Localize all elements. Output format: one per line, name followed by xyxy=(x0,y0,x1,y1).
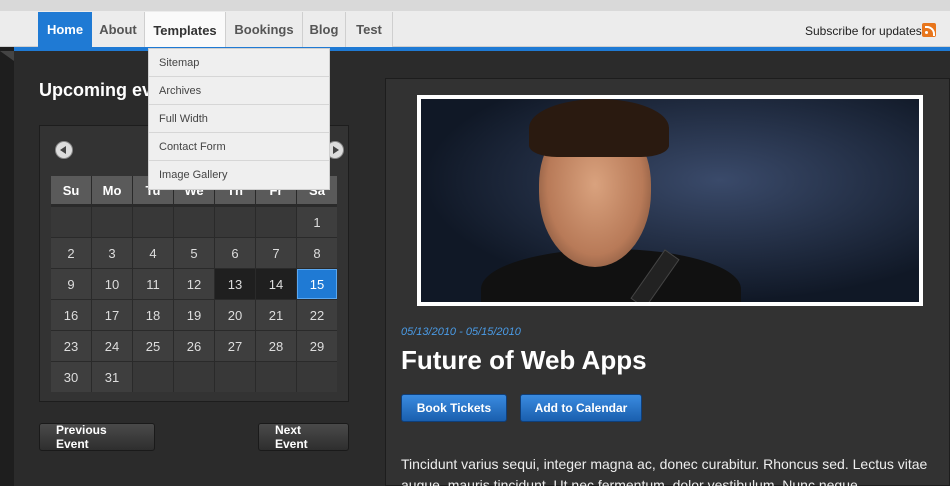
calendar-day[interactable]: 23 xyxy=(51,331,91,361)
calendar-day[interactable]: 28 xyxy=(256,331,296,361)
page-edge-fold xyxy=(0,47,14,486)
event-date-range: 05/13/2010 - 05/15/2010 xyxy=(401,326,521,338)
speaker-photo xyxy=(421,99,919,302)
add-to-calendar-button[interactable]: Add to Calendar xyxy=(520,394,642,422)
dropdown-item-sitemap[interactable]: Sitemap xyxy=(149,49,329,77)
nav-accent-bar xyxy=(0,47,950,51)
calendar-empty-cell xyxy=(133,207,173,237)
calendar-day[interactable]: 22 xyxy=(297,300,337,330)
calendar-day[interactable]: 26 xyxy=(174,331,214,361)
event-title: Future of Web Apps xyxy=(401,345,647,375)
calendar-weekday: Su xyxy=(51,176,91,204)
calendar-day[interactable]: 11 xyxy=(133,269,173,299)
calendar-empty-cell xyxy=(92,207,132,237)
dropdown-item-full-width[interactable]: Full Width xyxy=(149,105,329,133)
calendar-empty-cell xyxy=(256,362,296,392)
calendar-empty-cell xyxy=(256,207,296,237)
nav-item-test[interactable]: Test xyxy=(346,12,393,47)
calendar-day[interactable]: 3 xyxy=(92,238,132,268)
calendar-empty-cell xyxy=(133,362,173,392)
event-description: Tincidunt varius sequi, integer magna ac… xyxy=(401,456,928,486)
calendar-day[interactable]: 25 xyxy=(133,331,173,361)
nav-item-bookings[interactable]: Bookings xyxy=(226,12,303,47)
nav-item-blog[interactable]: Blog xyxy=(303,12,346,47)
nav-item-templates[interactable]: Templates xyxy=(145,12,226,48)
calendar-weekday: Mo xyxy=(92,176,132,204)
calendar-day[interactable]: 15 xyxy=(297,269,337,299)
calendar-day[interactable]: 5 xyxy=(174,238,214,268)
calendar-empty-cell xyxy=(215,362,255,392)
calendar-empty-cell xyxy=(174,207,214,237)
calendar-day[interactable]: 24 xyxy=(92,331,132,361)
rss-icon[interactable] xyxy=(922,23,936,37)
calendar-empty-cell xyxy=(215,207,255,237)
calendar-empty-cell xyxy=(174,362,214,392)
calendar-day[interactable]: 19 xyxy=(174,300,214,330)
calendar-day[interactable]: 31 xyxy=(92,362,132,392)
calendar-day[interactable]: 1 xyxy=(297,207,337,237)
calendar-day[interactable]: 10 xyxy=(92,269,132,299)
templates-dropdown: Sitemap Archives Full Width Contact Form… xyxy=(148,48,330,190)
top-strip xyxy=(0,0,950,11)
calendar-day[interactable]: 21 xyxy=(256,300,296,330)
calendar-day[interactable]: 12 xyxy=(174,269,214,299)
calendar-empty-cell xyxy=(51,207,91,237)
nav-item-about[interactable]: About xyxy=(92,12,145,47)
calendar-day[interactable]: 17 xyxy=(92,300,132,330)
next-event-button[interactable]: Next Event xyxy=(258,423,349,451)
calendar-day[interactable]: 27 xyxy=(215,331,255,361)
calendar-day[interactable]: 30 xyxy=(51,362,91,392)
calendar-day[interactable]: 6 xyxy=(215,238,255,268)
calendar-grid: Su Mo Tu We Th Fr Sa 1 2 3 4 5 6 7 8 9 10 11 12 13 14 15 16 17 1… xyxy=(51,176,337,392)
calendar-day[interactable]: 7 xyxy=(256,238,296,268)
upcoming-events-heading: Upcoming ev xyxy=(39,80,153,100)
calendar-prev-month-icon[interactable] xyxy=(55,141,73,159)
event-photo xyxy=(417,95,923,306)
calendar-day[interactable]: 16 xyxy=(51,300,91,330)
calendar-day[interactable]: 4 xyxy=(133,238,173,268)
main-nav: Home About Templates Bookings Blog Test xyxy=(38,12,393,48)
subscribe-link[interactable]: Subscribe for updates xyxy=(805,24,922,38)
book-tickets-button[interactable]: Book Tickets xyxy=(401,394,507,422)
calendar-empty-cell xyxy=(297,362,337,392)
previous-event-button[interactable]: Previous Event xyxy=(39,423,155,451)
calendar-day[interactable]: 20 xyxy=(215,300,255,330)
dropdown-item-image-gallery[interactable]: Image Gallery xyxy=(149,161,329,189)
calendar-day[interactable]: 18 xyxy=(133,300,173,330)
calendar-day[interactable]: 2 xyxy=(51,238,91,268)
dropdown-item-contact-form[interactable]: Contact Form xyxy=(149,133,329,161)
calendar-day[interactable]: 9 xyxy=(51,269,91,299)
dropdown-item-archives[interactable]: Archives xyxy=(149,77,329,105)
calendar-day[interactable]: 13 xyxy=(215,269,255,299)
calendar-day[interactable]: 29 xyxy=(297,331,337,361)
calendar-day[interactable]: 8 xyxy=(297,238,337,268)
calendar-day[interactable]: 14 xyxy=(256,269,296,299)
nav-item-home[interactable]: Home xyxy=(38,12,92,47)
